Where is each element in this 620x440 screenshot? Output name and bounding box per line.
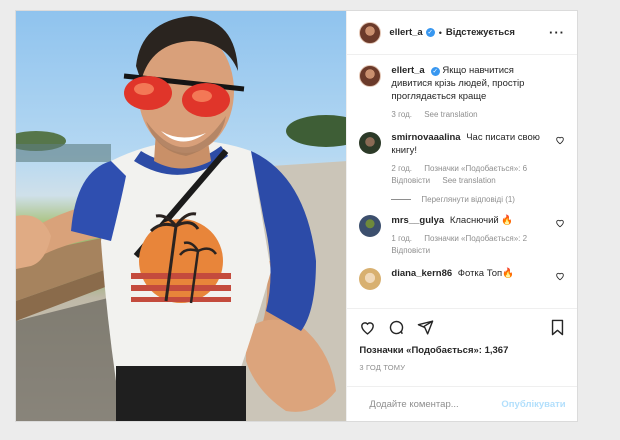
reply-button[interactable]: Відповісти: [391, 176, 430, 185]
verified-icon: ✓: [425, 28, 435, 37]
author-username[interactable]: ellert_a: [389, 27, 422, 38]
commenter-avatar[interactable]: [359, 132, 382, 154]
view-replies-button[interactable]: Переглянути відповіді (1): [391, 195, 565, 204]
comment-time[interactable]: 2 год.: [391, 164, 412, 173]
author-avatar[interactable]: [359, 21, 382, 44]
comments-list[interactable]: ellert_a ✓ Якщо навчитися дивитися крізь …: [347, 56, 577, 308]
more-icon[interactable]: ···: [549, 25, 565, 40]
reply-button[interactable]: Відповісти: [391, 246, 430, 255]
commenter-avatar[interactable]: [359, 215, 382, 237]
caption-username[interactable]: ellert_a: [391, 65, 424, 76]
separator-dot: •: [438, 27, 442, 38]
bookmark-icon[interactable]: [550, 319, 565, 336]
post-sidebar: ellert_a ✓ • Відстежується ··· ellert_a ✓…: [346, 11, 577, 421]
likes-count[interactable]: Позначки «Подобається»: 1,367: [359, 345, 565, 356]
add-comment-bar: Опублікувати: [347, 386, 577, 421]
comment-username[interactable]: smirnovaaalina: [391, 132, 460, 143]
commenter-avatar[interactable]: [359, 268, 382, 290]
publish-button[interactable]: Опублікувати: [501, 399, 565, 410]
comment-likes[interactable]: Позначки «Подобається»: 2: [424, 234, 527, 243]
instagram-post: ellert_a ✓ • Відстежується ··· ellert_a ✓…: [15, 10, 578, 422]
comment-username[interactable]: mrs__gulya: [391, 215, 444, 226]
photo-illustration: [16, 16, 347, 421]
heart-icon[interactable]: [555, 135, 565, 145]
post-photo[interactable]: [16, 11, 347, 421]
see-translation-link[interactable]: See translation: [424, 110, 477, 119]
heart-icon[interactable]: [555, 218, 565, 228]
comment-text: Фотка Топ🔥: [457, 268, 515, 279]
comment-time[interactable]: 1 год.: [391, 234, 412, 243]
post-actions: Позначки «Подобається»: 1,367 3 ГОД ТОМУ: [347, 308, 577, 372]
comment-item: diana_kern86 Фотка Топ🔥: [359, 267, 565, 290]
comment-item: mrs__gulya Класнючий 🔥 1 год. Позначки «…: [359, 214, 565, 257]
post-time[interactable]: 3 ГОД ТОМУ: [359, 363, 565, 372]
comment-icon[interactable]: [388, 319, 405, 336]
view-replies-label: Переглянути відповіді (1): [421, 195, 515, 204]
caption-time[interactable]: 3 год.: [391, 110, 412, 119]
see-translation-link[interactable]: See translation: [442, 176, 495, 185]
comment-text: Класнючий 🔥: [449, 215, 514, 226]
author-avatar[interactable]: [359, 65, 382, 87]
share-icon[interactable]: [417, 319, 434, 336]
verified-icon: ✓: [430, 67, 440, 76]
post-header: ellert_a ✓ • Відстежується ···: [347, 11, 577, 55]
heart-icon[interactable]: [359, 319, 376, 336]
follow-status-button[interactable]: Відстежується: [446, 27, 515, 38]
comment-input[interactable]: [369, 398, 502, 410]
caption: ellert_a ✓ Якщо навчитися дивитися крізь …: [359, 64, 565, 121]
comment-username[interactable]: diana_kern86: [391, 268, 452, 279]
replies-line: [391, 199, 412, 200]
comment-item: smirnovaaalina Час писати свою книгу! 2 …: [359, 131, 565, 187]
comment-likes[interactable]: Позначки «Подобається»: 6: [424, 164, 527, 173]
heart-icon[interactable]: [555, 271, 565, 281]
